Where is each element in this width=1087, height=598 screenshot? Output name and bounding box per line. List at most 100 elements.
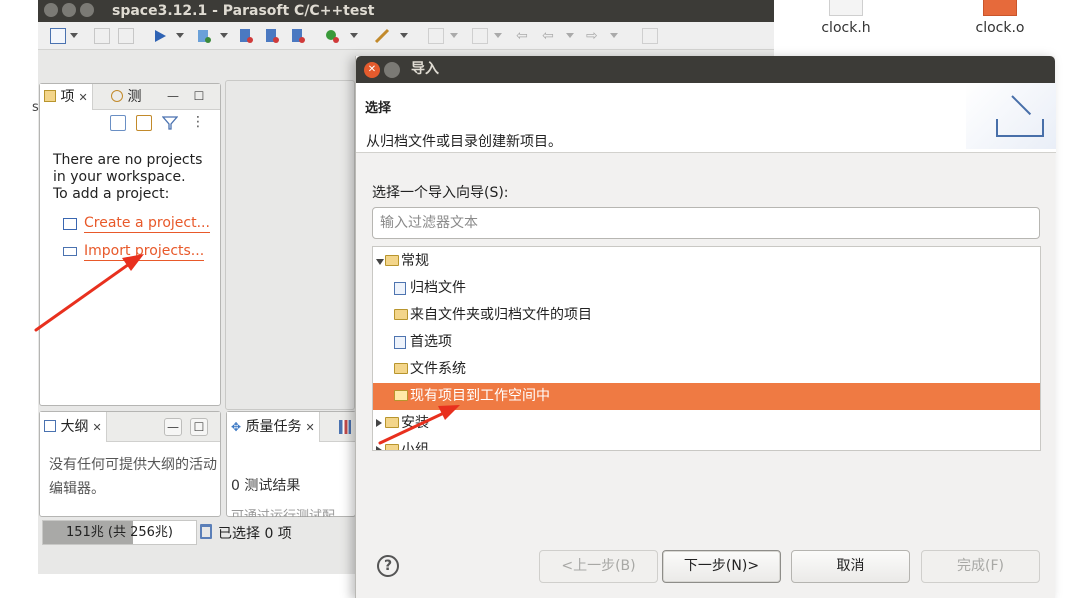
folder-icon bbox=[394, 363, 408, 374]
heap-usage-text: 151兆 (共 256兆) bbox=[65, 525, 174, 540]
editor-area bbox=[225, 80, 355, 410]
desktop-file-clock-h[interactable]: clock.h bbox=[811, 0, 881, 36]
test-run-icon[interactable] bbox=[290, 28, 306, 44]
chevron-down-icon[interactable] bbox=[400, 33, 408, 38]
test-config-icon[interactable] bbox=[196, 28, 212, 44]
create-project-link[interactable]: Create a project... bbox=[84, 215, 210, 233]
chevron-right-icon[interactable] bbox=[376, 419, 382, 427]
back-arrow-icon[interactable]: ⇦ bbox=[516, 28, 532, 44]
project-explorer-panel: 项 ✕ 测 — ☐ ⋮ There are no projects in your… bbox=[39, 83, 221, 406]
desktop-file-label: clock.o bbox=[975, 20, 1025, 36]
next-button[interactable]: 下一步(N)> bbox=[662, 550, 781, 583]
forward-arrow-icon[interactable]: ⇨ bbox=[586, 28, 602, 44]
tree-item-label: 文件系统 bbox=[410, 361, 466, 377]
tree-item-preferences[interactable]: 首选项 bbox=[373, 329, 1040, 356]
tree-item-label: 来自文件夹或归档文件的项目 bbox=[410, 307, 592, 323]
tree-item-team[interactable]: 小组 bbox=[373, 437, 1040, 451]
new-icon[interactable] bbox=[50, 28, 66, 44]
quality-hint-text: 可通过运行测试配 bbox=[231, 509, 336, 517]
collapse-all-icon[interactable] bbox=[110, 115, 126, 131]
empty-message-line: There are no projects bbox=[53, 152, 203, 168]
empty-message-line: in your workspace. bbox=[53, 169, 186, 185]
chevron-down-icon[interactable] bbox=[176, 33, 184, 38]
chevron-down-icon[interactable] bbox=[450, 33, 458, 38]
help-button[interactable]: ? bbox=[377, 555, 399, 577]
object-file-icon bbox=[983, 0, 1017, 16]
chevron-right-icon[interactable] bbox=[376, 446, 382, 450]
run-icon[interactable] bbox=[152, 28, 168, 44]
wizard-select-label: 选择一个导入向导(S): bbox=[372, 185, 509, 201]
chevron-down-icon[interactable] bbox=[70, 33, 78, 38]
tree-item-install[interactable]: 安装 bbox=[373, 410, 1040, 437]
debug-icon[interactable] bbox=[324, 28, 340, 44]
view-menu-icon[interactable]: ⋮ bbox=[190, 115, 206, 131]
wizard-tree: 常规 归档文件 来自文件夹或归档文件的项目 首选项 文件系统 现有项目到工作空间… bbox=[372, 246, 1041, 451]
annotation-icon[interactable] bbox=[428, 28, 444, 44]
maximize-icon[interactable]: ☐ bbox=[190, 418, 208, 436]
tree-item-file-system[interactable]: 文件系统 bbox=[373, 356, 1040, 383]
minimize-icon[interactable]: — bbox=[164, 418, 182, 436]
import-dialog: ✕ 导入 选择 从归档文件或目录创建新项目。 选择一个导入向导(S): 常规 归… bbox=[355, 56, 1056, 598]
heap-status[interactable]: 151兆 (共 256兆) bbox=[42, 520, 197, 545]
chevron-down-icon[interactable] bbox=[350, 33, 358, 38]
empty-message-line: To add a project: bbox=[53, 186, 170, 202]
link-editor-icon[interactable] bbox=[136, 115, 152, 131]
tree-item-label: 首选项 bbox=[410, 334, 452, 350]
import-projects-link[interactable]: Import projects... bbox=[84, 243, 205, 261]
tree-item-label: 小组 bbox=[401, 442, 429, 451]
dialog-title: 导入 bbox=[411, 61, 439, 77]
tree-item-archive-file[interactable]: 归档文件 bbox=[373, 275, 1040, 302]
chevron-down-icon[interactable] bbox=[610, 33, 618, 38]
outline-tabbar: 大纲 ✕ — ☐ bbox=[40, 412, 220, 442]
finish-button[interactable]: 完成(F) bbox=[921, 550, 1040, 583]
dialog-header: 选择 从归档文件或目录创建新项目。 bbox=[356, 83, 1056, 153]
chevron-down-icon[interactable] bbox=[566, 33, 574, 38]
back-arrow-icon[interactable]: ⇦ bbox=[542, 28, 558, 44]
pin-editor-icon[interactable] bbox=[642, 28, 658, 44]
hidden-panel-char: s bbox=[32, 100, 39, 115]
window-minimize-button[interactable] bbox=[62, 3, 76, 17]
test-icon bbox=[111, 90, 123, 102]
cancel-button[interactable]: 取消 bbox=[791, 550, 910, 583]
tree-item-existing-projects[interactable]: 现有项目到工作空间中 bbox=[373, 383, 1040, 410]
close-icon[interactable]: ✕ bbox=[92, 421, 101, 434]
tree-item-label: 归档文件 bbox=[410, 280, 466, 296]
filter-input[interactable] bbox=[372, 207, 1040, 239]
close-icon[interactable]: ✕ bbox=[306, 421, 315, 434]
save-icon[interactable] bbox=[94, 28, 110, 44]
minimize-icon[interactable]: — bbox=[164, 88, 182, 106]
tab-outline-label: 大纲 bbox=[60, 419, 89, 435]
maximize-icon[interactable]: ☐ bbox=[190, 88, 208, 106]
minimize-icon[interactable] bbox=[384, 62, 400, 78]
window-maximize-button[interactable] bbox=[80, 3, 94, 17]
chart-icon[interactable] bbox=[339, 420, 351, 434]
tree-item-general[interactable]: 常规 bbox=[373, 248, 1040, 275]
tree-item-projects-from-folder[interactable]: 来自文件夹或归档文件的项目 bbox=[373, 302, 1040, 329]
window-close-button[interactable] bbox=[44, 3, 58, 17]
ide-titlebar: space3.12.1 - Parasoft C/C++test bbox=[38, 0, 774, 22]
tab-outline[interactable]: 大纲 ✕ bbox=[40, 412, 107, 442]
filter-icon[interactable] bbox=[161, 115, 179, 131]
chevron-down-icon[interactable] bbox=[220, 33, 228, 38]
test-run-icon[interactable] bbox=[264, 28, 280, 44]
tab-project[interactable]: 项 ✕ bbox=[40, 84, 93, 110]
folder-icon bbox=[385, 444, 399, 450]
test-run-icon[interactable] bbox=[238, 28, 254, 44]
tools-icon[interactable] bbox=[374, 28, 390, 44]
tab-test[interactable]: 测 bbox=[107, 84, 145, 110]
outline-empty-message: 没有任何可提供大纲的活动编辑器。 bbox=[49, 457, 217, 497]
save-all-icon[interactable] bbox=[118, 28, 134, 44]
project-icon bbox=[44, 90, 56, 102]
tree-item-label: 现有项目到工作空间中 bbox=[410, 388, 550, 404]
annotation-icon[interactable] bbox=[472, 28, 488, 44]
tab-quality-tasks[interactable]: ✥ 质量任务 ✕ bbox=[227, 412, 320, 442]
quality-tasks-panel: ✥ 质量任务 ✕ 0 测试结果 可通过运行测试配 bbox=[226, 411, 356, 517]
close-icon[interactable]: ✕ bbox=[364, 62, 380, 78]
back-button[interactable]: <上一步(B) bbox=[539, 550, 658, 583]
desktop-file-clock-o[interactable]: clock.o bbox=[965, 0, 1035, 36]
trash-icon[interactable] bbox=[200, 524, 212, 539]
window-title: space3.12.1 - Parasoft C/C++test bbox=[112, 3, 375, 19]
chevron-down-icon[interactable] bbox=[494, 33, 502, 38]
close-icon[interactable]: ✕ bbox=[78, 91, 87, 104]
chevron-down-icon[interactable] bbox=[376, 259, 384, 265]
